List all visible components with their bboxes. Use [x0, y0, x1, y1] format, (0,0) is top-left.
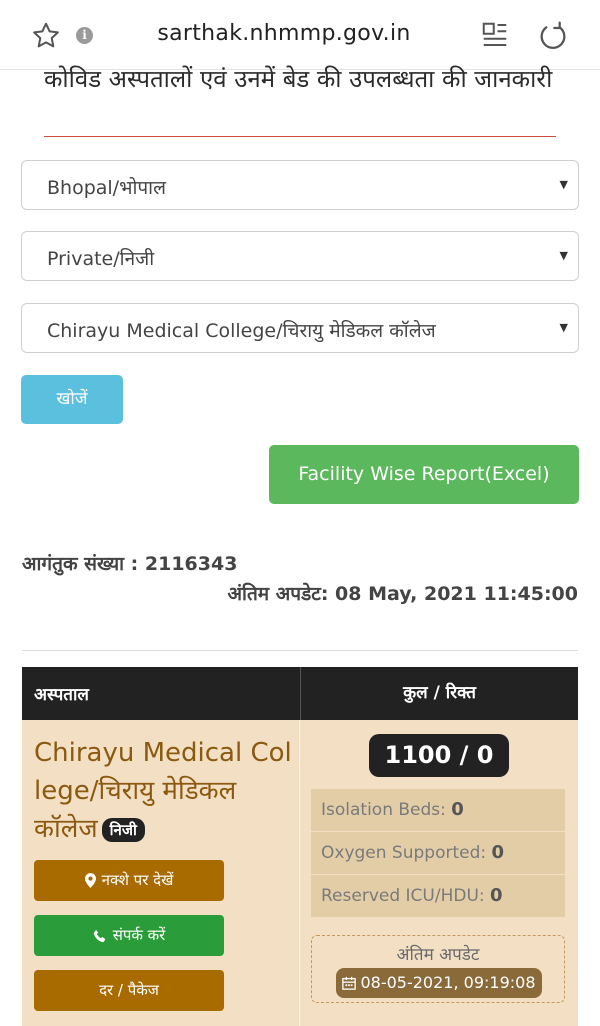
contact-button[interactable]: संपर्क करें: [34, 915, 224, 956]
facility-report-excel-button[interactable]: Facility Wise Report(Excel): [269, 445, 579, 504]
reader-mode-icon[interactable]: [480, 20, 510, 50]
bed-availability-cell: 1100 / 0 Isolation Beds: 0 Oxygen Suppor…: [300, 720, 578, 1026]
contact-label: संपर्क करें: [112, 926, 166, 944]
title-underline: [44, 136, 556, 137]
district-select-value: Bhopal/भोपाल: [47, 177, 166, 199]
address-bar-url[interactable]: sarthak.nhmmp.gov.in: [150, 21, 418, 46]
info-icon[interactable]: i: [76, 27, 93, 44]
district-select[interactable]: Bhopal/भोपाल ▼: [21, 160, 579, 210]
ownership-badge: निजी: [101, 817, 145, 842]
bed-value: 0: [491, 842, 505, 863]
hospital-name-text: Chirayu Medical College/चिरायु मेडिकल कॉ…: [34, 738, 292, 844]
visitor-count: आगंतुक संख्या : 2116343: [22, 553, 238, 575]
table-row: Chirayu Medical College/चिरायु मेडिकल कॉ…: [22, 720, 299, 1026]
chevron-down-icon: ▼: [559, 321, 568, 334]
row-last-update-time: 08-05-2021, 09:19:08: [336, 968, 542, 998]
view-on-map-label: नक्शे पर देखें: [101, 871, 174, 889]
chevron-down-icon: ▼: [559, 249, 568, 262]
row-last-update-label: अंतिम अपडेट: [396, 945, 480, 965]
table-header: अस्पताल कुल / रिक्त: [22, 667, 578, 720]
column-header-hospital: अस्पताल: [34, 685, 89, 705]
divider: [22, 650, 578, 651]
calendar-icon: [342, 976, 357, 990]
browser-toolbar: i sarthak.nhmmp.gov.in: [0, 0, 600, 70]
hospital-name: Chirayu Medical College/चिरायु मेडिकल कॉ…: [34, 734, 296, 848]
bed-value: 0: [490, 885, 503, 906]
rate-package-label: दर / पैकेज: [99, 981, 159, 999]
page-title: कोविड अस्पतालों एवं उनमें बेड की उपलब्धत…: [44, 65, 553, 93]
view-on-map-button[interactable]: नक्शे पर देखें: [34, 860, 224, 901]
bed-value: 0: [451, 799, 464, 820]
bed-label: Isolation Beds:: [321, 800, 446, 820]
hospital-type-select[interactable]: Private/निजी ▼: [21, 231, 579, 281]
hospital-select-value: Chirayu Medical College/चिरायु मेडिकल कॉ…: [47, 320, 436, 342]
column-header-total-vacant: कुल / रिक्त: [300, 667, 578, 720]
chevron-down-icon: ▼: [559, 178, 568, 191]
total-vacant-badge: 1100 / 0: [369, 734, 509, 777]
hospital-type-select-value: Private/निजी: [47, 248, 155, 270]
star-icon[interactable]: [30, 20, 62, 52]
last-update-timestamp: अंतिम अपडेट: 08 May, 2021 11:45:00: [227, 583, 578, 605]
search-button[interactable]: खोजें: [21, 375, 123, 424]
map-marker-icon: [84, 873, 96, 888]
phone-icon: [93, 929, 105, 942]
row-last-update-box: अंतिम अपडेट 08-05-2021, 09:19:08: [311, 935, 565, 1003]
reserved-icu-row: Reserved ICU/HDU: 0: [311, 875, 565, 917]
rate-package-button[interactable]: दर / पैकेज: [34, 970, 224, 1011]
hospital-select[interactable]: Chirayu Medical College/चिरायु मेडिकल कॉ…: [21, 303, 579, 353]
bed-label: Oxygen Supported:: [321, 843, 487, 863]
isolation-beds-row: Isolation Beds: 0: [311, 789, 565, 831]
reload-icon[interactable]: [537, 20, 569, 52]
bed-label: Reserved ICU/HDU:: [321, 886, 485, 906]
row-last-update-time-text: 08-05-2021, 09:19:08: [360, 973, 536, 992]
oxygen-supported-row: Oxygen Supported: 0: [311, 832, 565, 874]
